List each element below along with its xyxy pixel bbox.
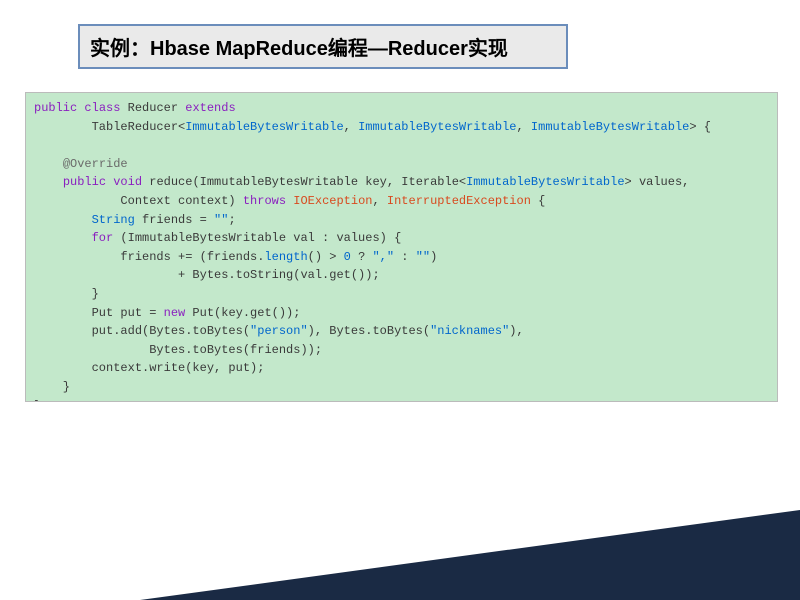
code-text: () >: [308, 250, 344, 264]
code-text: Put put =: [34, 306, 164, 320]
decorative-triangle-dark: [140, 510, 800, 600]
keyword-public: public: [34, 101, 77, 115]
indent: [34, 157, 63, 171]
string-literal: "person": [250, 324, 308, 338]
indent: [34, 231, 92, 245]
indent: [34, 175, 63, 189]
code-text: ,: [344, 120, 358, 134]
code-text: context.write(key, put);: [34, 361, 264, 375]
keyword-void: void: [113, 175, 142, 189]
code-text: :: [394, 250, 416, 264]
code-text: ;: [228, 213, 235, 227]
generic-type: ImmutableBytesWritable: [185, 120, 343, 134]
code-text: Context context): [34, 194, 243, 208]
slide-title: 实例：Hbase MapReduce编程—Reducer实现: [78, 24, 568, 69]
code-text: }: [34, 380, 70, 394]
code-text: (ImmutableBytesWritable val : values) {: [113, 231, 401, 245]
type-string: String: [92, 213, 135, 227]
keyword-class: class: [84, 101, 120, 115]
keyword-public: public: [63, 175, 106, 189]
keyword-for: for: [92, 231, 114, 245]
code-text: + Bytes.toString(val.get());: [34, 268, 380, 282]
code-text: friends += (friends.: [34, 250, 264, 264]
code-block: public class Reducer extends TableReduce…: [25, 92, 778, 402]
keyword-extends: extends: [185, 101, 235, 115]
code-text: Bytes.toBytes(friends));: [34, 343, 322, 357]
generic-type: ImmutableBytesWritable: [358, 120, 516, 134]
code-text: reduce(ImmutableBytesWritable key, Itera…: [142, 175, 466, 189]
exception-type: InterruptedException: [387, 194, 531, 208]
code-text: friends =: [135, 213, 214, 227]
generic-type: ImmutableBytesWritable: [466, 175, 624, 189]
code-text: TableReducer<: [34, 120, 185, 134]
code-text: put.add(Bytes.toBytes(: [34, 324, 250, 338]
code-text: > values,: [625, 175, 690, 189]
code-text: ,: [372, 194, 386, 208]
code-text: Put(key.get());: [185, 306, 300, 320]
keyword-new: new: [164, 306, 186, 320]
keyword-throws: throws: [243, 194, 286, 208]
method-call: length: [264, 250, 307, 264]
code-text: ): [430, 250, 437, 264]
code-text: Reducer: [120, 101, 185, 115]
string-literal: "": [416, 250, 430, 264]
code-text: ,: [517, 120, 531, 134]
string-literal: "nicknames": [430, 324, 509, 338]
code-text: }: [34, 287, 99, 301]
generic-type: ImmutableBytesWritable: [531, 120, 689, 134]
string-literal: "": [214, 213, 228, 227]
exception-type: IOException: [293, 194, 372, 208]
code-text: {: [531, 194, 545, 208]
code-text: ), Bytes.toBytes(: [308, 324, 430, 338]
code-text: ),: [509, 324, 523, 338]
indent: [34, 213, 92, 227]
code-text: ?: [351, 250, 373, 264]
code-text: > {: [689, 120, 711, 134]
string-literal: ",": [372, 250, 394, 264]
number-literal: 0: [344, 250, 351, 264]
code-text: }: [34, 399, 41, 403]
annotation: @Override: [63, 157, 128, 171]
